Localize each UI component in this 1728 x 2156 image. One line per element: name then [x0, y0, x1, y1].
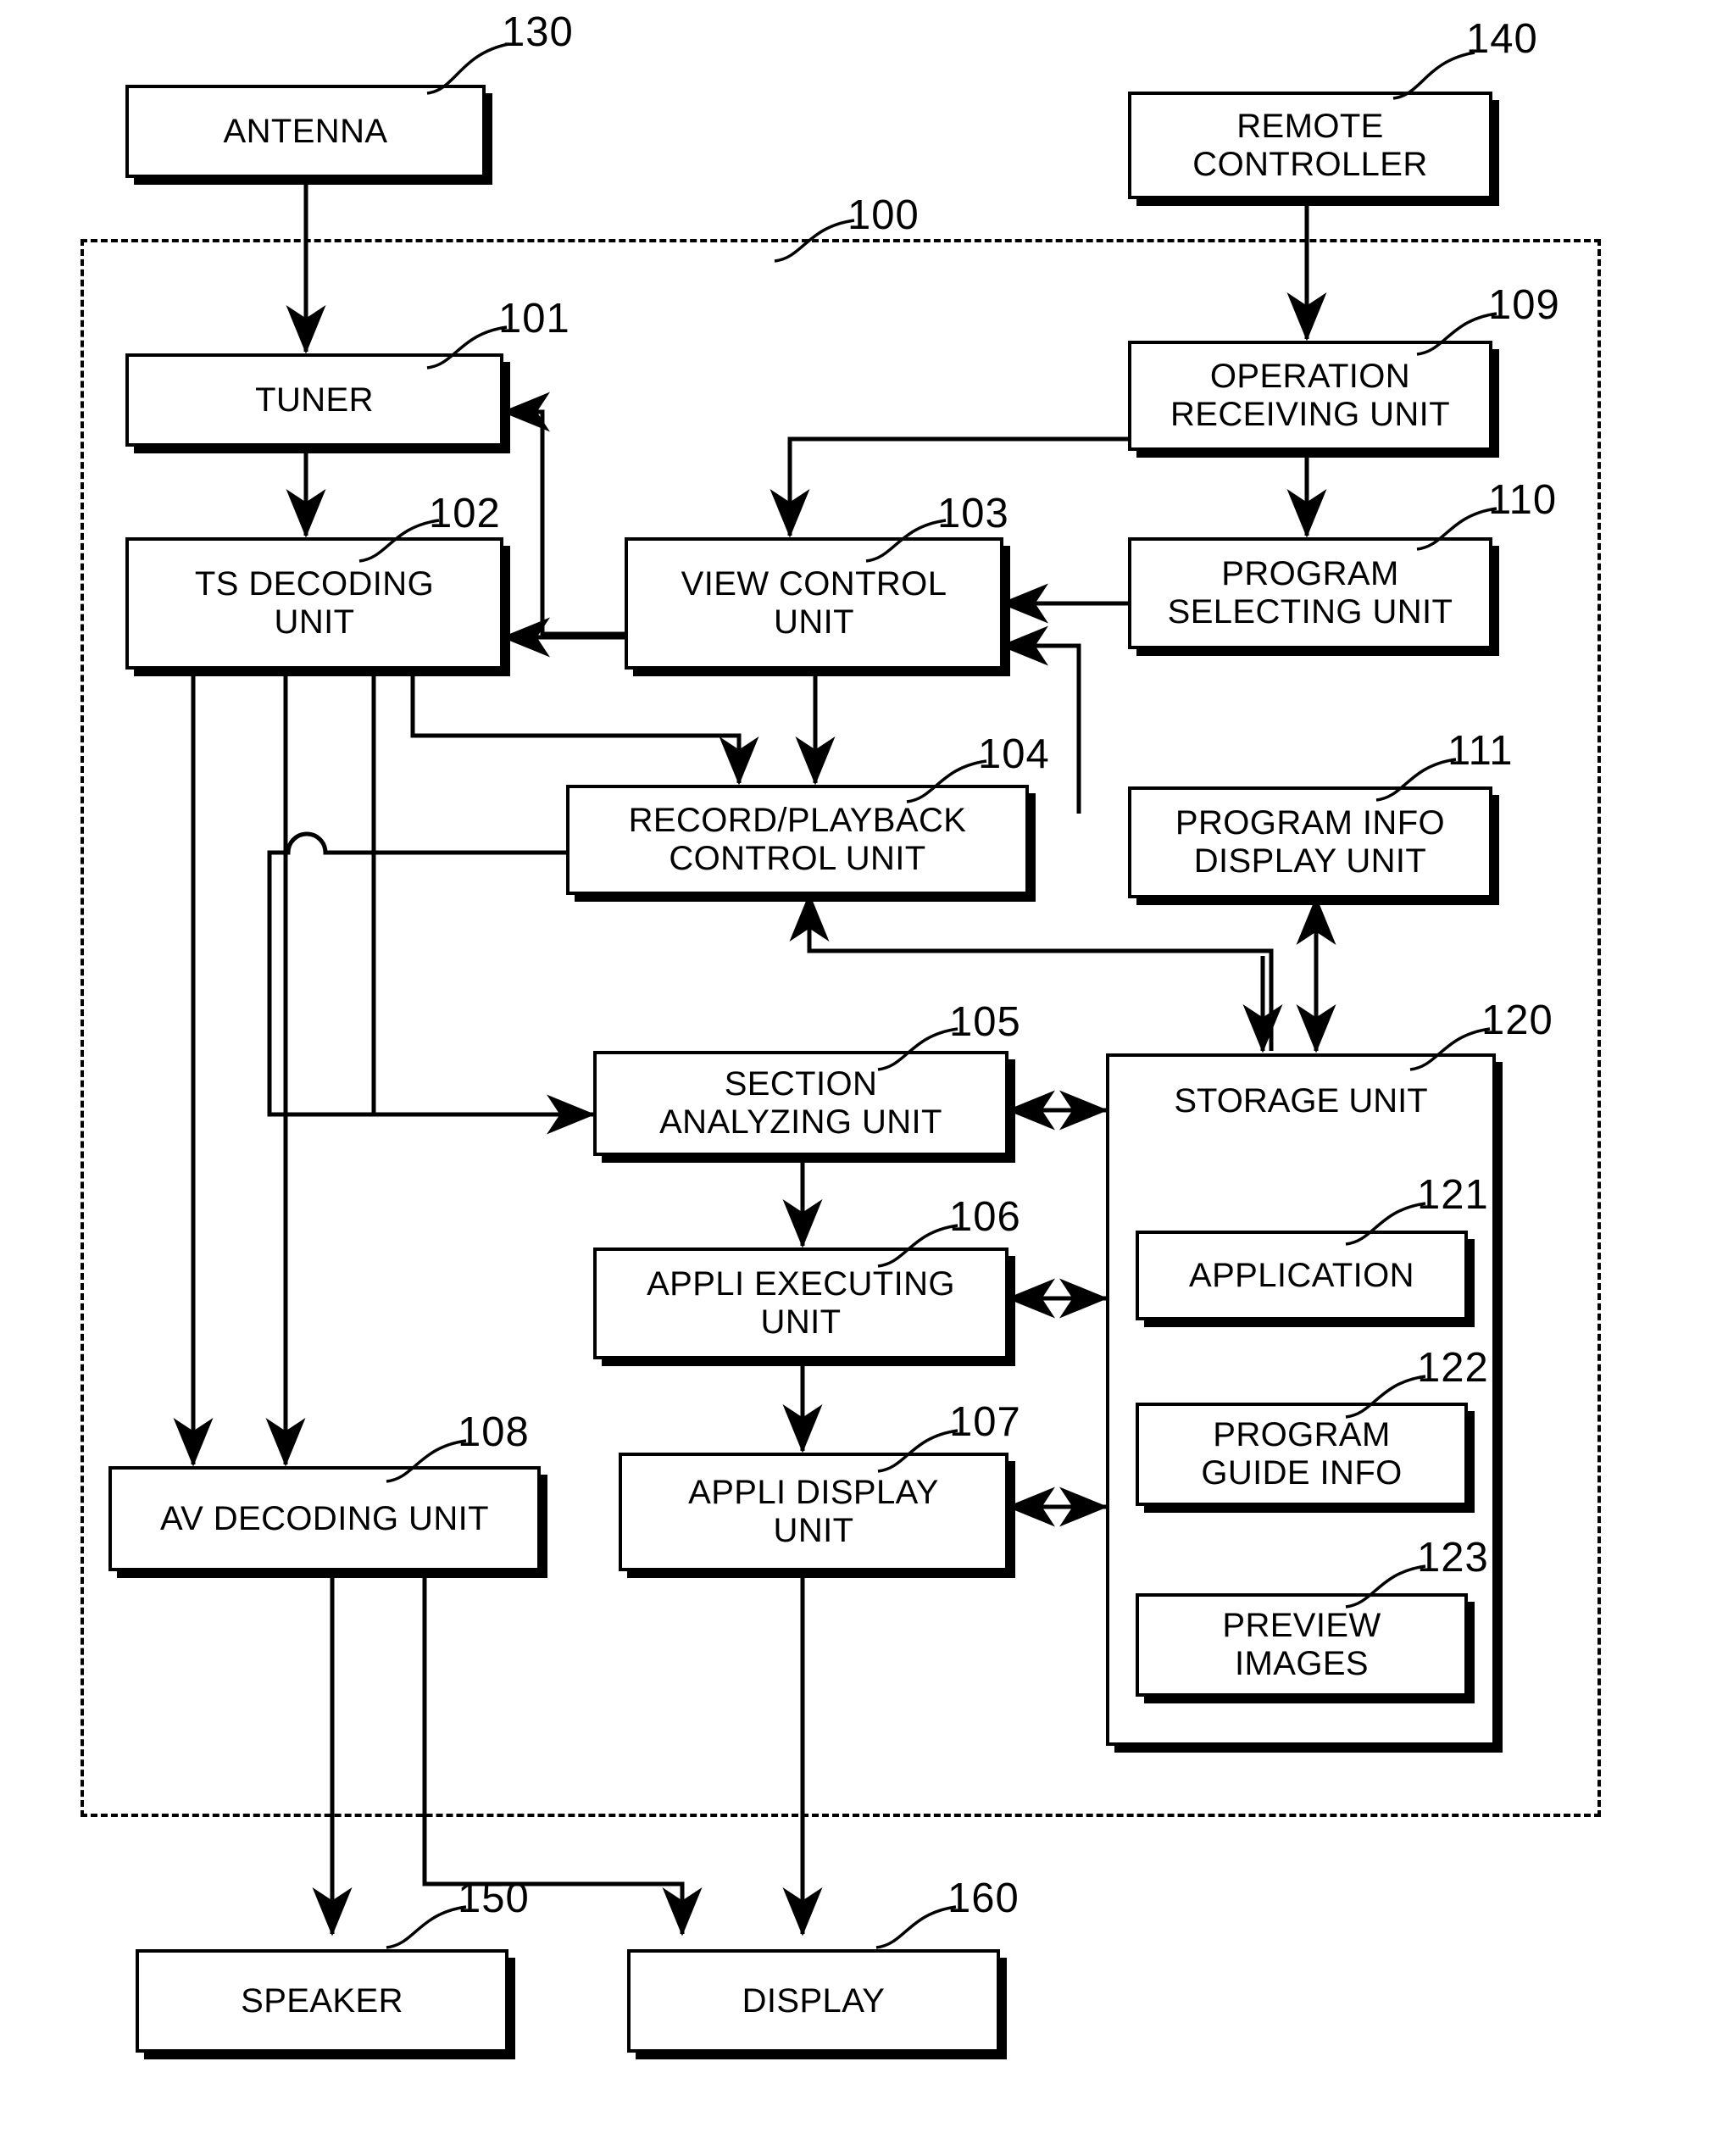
- block-ts-decoding-unit-label: TS DECODING UNIT: [194, 565, 435, 641]
- leader-130: [426, 42, 509, 95]
- block-display[interactable]: DISPLAY: [627, 1949, 1000, 2053]
- block-speaker[interactable]: SPEAKER: [136, 1949, 508, 2053]
- figure-canvas: ANTENNA 130 REMOTE CONTROLLER 140 100 TU…: [0, 0, 1728, 2156]
- leader-104: [906, 759, 987, 803]
- leader-102: [358, 519, 440, 563]
- block-speaker-label: SPEAKER: [241, 1981, 403, 2020]
- block-av-decoding-unit-label: AV DECODING UNIT: [160, 1499, 489, 1537]
- block-program-guide-info-label: PROGRAM GUIDE INFO: [1201, 1416, 1403, 1492]
- leader-100: [774, 219, 855, 263]
- block-antenna[interactable]: ANTENNA: [125, 85, 486, 178]
- block-remote-controller-label: REMOTE CONTROLLER: [1192, 107, 1428, 183]
- block-ts-decoding-unit[interactable]: TS DECODING UNIT: [125, 537, 503, 670]
- block-av-decoding-unit[interactable]: AV DECODING UNIT: [108, 1466, 541, 1571]
- block-storage-unit-label: STORAGE UNIT: [1174, 1082, 1428, 1120]
- block-display-label: DISPLAY: [742, 1981, 886, 2020]
- leader-105: [877, 1027, 958, 1071]
- block-operation-receiving-unit-label: OPERATION RECEIVING UNIT: [1170, 358, 1451, 433]
- leader-111: [1375, 758, 1457, 802]
- block-appli-display-unit-label: APPLI DISPLAY UNIT: [688, 1474, 939, 1549]
- leader-160: [875, 1905, 957, 1949]
- block-application-label: APPLICATION: [1189, 1256, 1414, 1294]
- block-view-control-unit-label: VIEW CONTROL UNIT: [681, 565, 947, 641]
- leader-122: [1345, 1375, 1426, 1419]
- block-remote-controller[interactable]: REMOTE CONTROLLER: [1128, 92, 1492, 199]
- leader-140: [1392, 51, 1475, 100]
- block-section-analyzing-unit-label: SECTION ANALYZING UNIT: [659, 1065, 942, 1141]
- leader-106: [877, 1224, 958, 1268]
- block-preview-images-label: PREVIEW IMAGES: [1222, 1607, 1381, 1682]
- block-appli-executing-unit-label: APPLI EXECUTING UNIT: [647, 1265, 955, 1341]
- leader-150: [386, 1905, 467, 1949]
- leader-103: [865, 519, 947, 563]
- leader-101: [426, 325, 508, 370]
- block-tuner-label: TUNER: [255, 381, 374, 419]
- block-program-info-display-unit-label: PROGRAM INFO DISPLAY UNIT: [1175, 804, 1446, 880]
- leader-120: [1409, 1027, 1491, 1071]
- leader-110: [1416, 507, 1497, 551]
- block-record-playback-control-unit-label: RECORD/PLAYBACK CONTROL UNIT: [628, 802, 967, 877]
- leader-123: [1345, 1564, 1426, 1609]
- leader-121: [1345, 1202, 1426, 1246]
- leader-108: [386, 1439, 467, 1483]
- leader-109: [1416, 312, 1497, 356]
- block-antenna-label: ANTENNA: [223, 112, 388, 150]
- block-program-selecting-unit-label: PROGRAM SELECTING UNIT: [1167, 555, 1453, 631]
- leader-107: [877, 1429, 958, 1473]
